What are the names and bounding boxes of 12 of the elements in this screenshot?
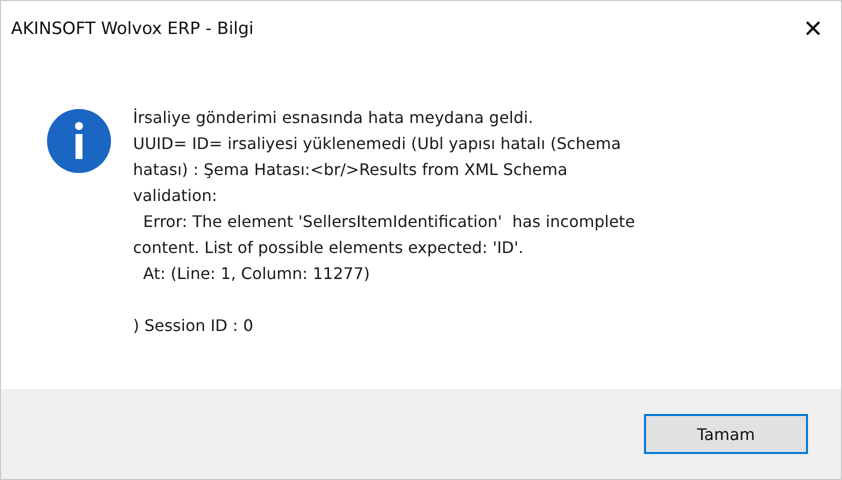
message-text: content. List of possible elements expected: 'ID'. — [133, 237, 524, 259]
message-text: hatası) : Şema Hatası:<br/>Results from XML Schema — [133, 159, 568, 181]
message-text: At: (Line: 1, Column: 11277) — [142, 263, 371, 285]
info-icon — [47, 109, 111, 173]
message-text: ) Session ID : 0 — [133, 315, 254, 337]
window-title: AKINSOFT Wolvox ERP - Bilgi — [11, 19, 254, 39]
message-text: UUID= ID= irsaliyesi yüklenemedi (Ubl yapısı hatalı (Schema — [133, 133, 622, 155]
message-text: validation: — [133, 185, 218, 207]
message-text: İrsaliye gönderimi esnasında hata meydana geldi. — [133, 107, 534, 129]
ok-button[interactable]: Tamam — [644, 414, 808, 454]
message-text: Error: The element 'SellersItemIdentification' has incomplete — [142, 211, 635, 233]
close-button[interactable]: ✕ — [785, 1, 841, 57]
